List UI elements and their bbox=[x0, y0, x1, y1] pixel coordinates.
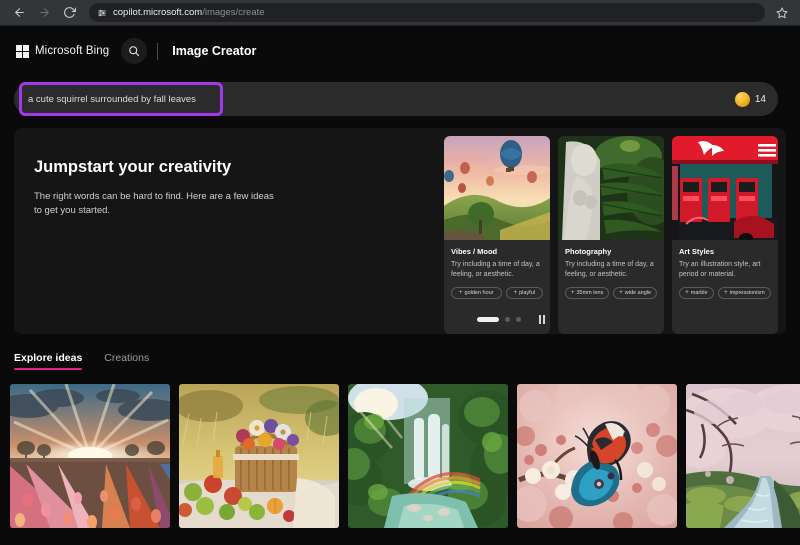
carousel-indicator-active[interactable] bbox=[477, 317, 499, 322]
chip-label: wide angle bbox=[625, 290, 651, 296]
suggestion-chip[interactable]: +impressionism bbox=[718, 287, 771, 299]
back-button[interactable] bbox=[8, 2, 30, 24]
card-title: Photography bbox=[565, 247, 657, 256]
header-divider bbox=[157, 43, 158, 60]
url-path: /images/create bbox=[202, 7, 264, 18]
address-bar[interactable]: copilot.microsoft.com/images/create bbox=[89, 3, 765, 22]
chip-label: 35mm lens bbox=[576, 290, 603, 296]
gallery-item-waterfall-rainbow[interactable] bbox=[348, 384, 508, 528]
prompt-input[interactable] bbox=[26, 82, 733, 116]
arrow-right-icon bbox=[38, 6, 51, 19]
suggestion-chip[interactable]: +wide angle bbox=[613, 287, 657, 299]
carousel-indicator[interactable] bbox=[516, 317, 521, 322]
card-thumbnail-balloons bbox=[444, 136, 550, 240]
coin-icon: ⚡ bbox=[735, 92, 750, 107]
card-description: Try including a time of day, a feeling, … bbox=[565, 260, 657, 281]
url-domain: copilot.microsoft.com bbox=[113, 7, 202, 18]
plus-icon: + bbox=[724, 290, 728, 296]
brand-label: Microsoft Bing bbox=[35, 45, 109, 57]
bookmark-button[interactable] bbox=[772, 3, 792, 23]
card-body: Vibes / Mood Try including a time of day… bbox=[444, 240, 550, 307]
prompt-bar[interactable]: ⚡ 14 bbox=[14, 82, 778, 116]
pause-icon[interactable] bbox=[539, 315, 545, 324]
forward-button[interactable] bbox=[33, 2, 55, 24]
suggestion-chip[interactable]: +golden hour bbox=[451, 287, 502, 299]
star-icon bbox=[776, 7, 788, 19]
idea-card[interactable]: Vibes / Mood Try including a time of day… bbox=[444, 136, 550, 334]
suggestion-chip[interactable]: +35mm lens bbox=[565, 287, 609, 299]
card-title: Art Styles bbox=[679, 247, 771, 256]
gallery-item-picnic-basket[interactable] bbox=[179, 384, 339, 528]
bing-logo[interactable]: Microsoft Bing bbox=[16, 45, 109, 58]
idea-card[interactable]: Photography Try including a time of day,… bbox=[558, 136, 664, 334]
page-title: Image Creator bbox=[172, 44, 256, 58]
jumpstart-panel: Jumpstart your creativity The right word… bbox=[14, 128, 786, 334]
content-tabs: Explore ideas Creations bbox=[14, 352, 800, 370]
tune-icon[interactable] bbox=[97, 8, 107, 18]
chip-label: playful bbox=[519, 290, 535, 296]
plus-icon: + bbox=[459, 290, 463, 296]
card-chips: +35mm lens +wide angle bbox=[565, 287, 657, 299]
card-chips: +golden hour +playful bbox=[451, 287, 543, 299]
plus-icon: + bbox=[685, 290, 689, 296]
idea-card-list: Vibes / Mood Try including a time of day… bbox=[444, 128, 778, 334]
jumpstart-subtitle: The right words can be hard to find. Her… bbox=[34, 190, 284, 219]
jumpstart-text: Jumpstart your creativity The right word… bbox=[14, 128, 444, 334]
reload-icon bbox=[63, 6, 76, 19]
token-balance[interactable]: ⚡ 14 bbox=[733, 92, 772, 107]
prompt-area: ⚡ 14 bbox=[14, 82, 786, 116]
arrow-left-icon bbox=[13, 6, 26, 19]
app-header: Microsoft Bing Image Creator bbox=[0, 32, 800, 70]
microsoft-grid-icon bbox=[16, 45, 29, 58]
card-thumbnail-statue bbox=[558, 136, 664, 240]
chip-label: marble bbox=[691, 290, 708, 296]
chip-label: golden hour bbox=[465, 290, 494, 296]
gallery-item-butterfly-blossoms[interactable] bbox=[517, 384, 677, 528]
suggestion-chip[interactable]: +playful bbox=[506, 287, 543, 299]
idea-card[interactable]: Art Styles Try an illustration style, ar… bbox=[672, 136, 778, 334]
card-thumbnail-gas-station bbox=[672, 136, 778, 240]
tab-creations[interactable]: Creations bbox=[104, 352, 149, 370]
image-gallery bbox=[10, 384, 800, 528]
plus-icon: + bbox=[514, 290, 518, 296]
gallery-item-tulip-field[interactable] bbox=[10, 384, 170, 528]
card-body: Photography Try including a time of day,… bbox=[558, 240, 664, 307]
chip-label: impressionism bbox=[730, 290, 765, 296]
tab-explore-ideas[interactable]: Explore ideas bbox=[14, 352, 82, 370]
card-description: Try an illustration style, art period or… bbox=[679, 260, 771, 281]
search-icon bbox=[128, 45, 140, 57]
card-body: Art Styles Try an illustration style, ar… bbox=[672, 240, 778, 307]
header-search-button[interactable] bbox=[121, 38, 147, 64]
gallery-item-cherry-blossom-river[interactable] bbox=[686, 384, 800, 528]
card-chips: +marble +impressionism bbox=[679, 287, 771, 299]
jumpstart-title: Jumpstart your creativity bbox=[34, 158, 444, 177]
card-description: Try including a time of day, a feeling, … bbox=[451, 260, 543, 281]
card-title: Vibes / Mood bbox=[451, 247, 543, 256]
browser-toolbar: copilot.microsoft.com/images/create bbox=[0, 0, 800, 26]
carousel-controls bbox=[477, 315, 545, 324]
carousel-indicator[interactable] bbox=[505, 317, 510, 322]
token-count: 14 bbox=[755, 94, 766, 105]
url-text: copilot.microsoft.com/images/create bbox=[113, 7, 265, 18]
suggestion-chip[interactable]: +marble bbox=[679, 287, 714, 299]
plus-icon: + bbox=[619, 290, 623, 296]
reload-button[interactable] bbox=[58, 2, 80, 24]
plus-icon: + bbox=[571, 290, 575, 296]
